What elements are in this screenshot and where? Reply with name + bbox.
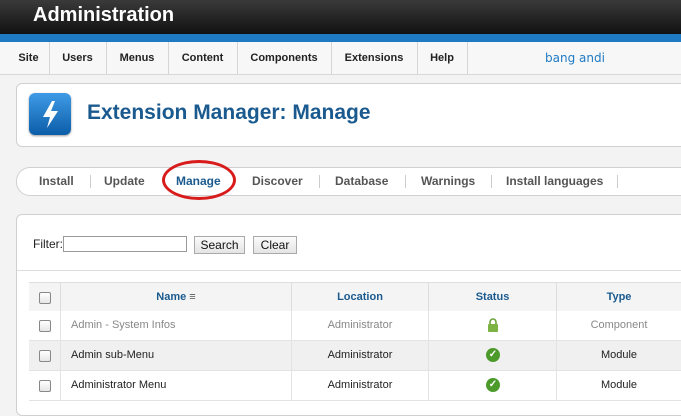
menu-users[interactable]: Users xyxy=(49,42,107,74)
user-name[interactable]: bang andi xyxy=(545,51,605,65)
page-header: Extension Manager: Manage xyxy=(16,83,681,147)
column-status[interactable]: Status xyxy=(429,283,557,311)
status-cell: ✓ xyxy=(429,341,557,370)
menu-extensions[interactable]: Extensions xyxy=(331,42,418,74)
table-header: Name ≡ Location Status Type xyxy=(29,282,681,312)
main-menu: Site Users Menus Content Components Exte… xyxy=(0,42,681,75)
submenu-tabs: Install Update Manage Discover Database … xyxy=(16,167,681,196)
column-location[interactable]: Location xyxy=(292,283,429,311)
check-icon[interactable]: ✓ xyxy=(486,378,500,392)
extension-type: Module xyxy=(600,379,638,391)
table-row: Admin sub-Menu Administrator ✓ Module xyxy=(29,341,681,371)
sort-icon: ≡ xyxy=(189,291,196,303)
row-select-cell xyxy=(29,341,61,370)
divider xyxy=(491,175,492,188)
status-cell: ✓ xyxy=(429,371,557,400)
tab-discover[interactable]: Discover xyxy=(252,168,303,195)
column-type[interactable]: Type xyxy=(557,283,681,311)
row-checkbox[interactable] xyxy=(39,320,51,332)
menu-menus[interactable]: Menus xyxy=(106,42,169,74)
divider xyxy=(405,175,406,188)
tab-update[interactable]: Update xyxy=(104,168,145,195)
highlight-circle xyxy=(162,160,236,200)
status-cell xyxy=(429,311,557,340)
menu-help[interactable]: Help xyxy=(417,42,468,74)
extension-name: Admin - System Infos xyxy=(61,311,292,340)
extension-location: Administrator xyxy=(292,341,429,370)
column-name[interactable]: Name ≡ xyxy=(61,283,292,311)
tab-warnings[interactable]: Warnings xyxy=(421,168,475,195)
tab-install-languages[interactable]: Install languages xyxy=(506,168,603,195)
divider xyxy=(617,175,618,188)
filter-input[interactable] xyxy=(63,236,187,252)
tab-database[interactable]: Database xyxy=(335,168,388,195)
menu-site[interactable]: Site xyxy=(8,42,50,74)
menu-components[interactable]: Components xyxy=(237,42,332,74)
row-select-cell xyxy=(29,311,61,340)
extension-name: Administrator Menu xyxy=(61,371,292,400)
extension-type: Module xyxy=(600,349,638,361)
app-title: Administration xyxy=(33,4,175,26)
menu-content[interactable]: Content xyxy=(168,42,238,74)
extension-location: Administrator xyxy=(292,311,429,340)
search-button[interactable]: Search xyxy=(194,236,245,254)
page-title: Extension Manager: Manage xyxy=(87,101,371,124)
column-name-label: Name xyxy=(156,291,187,303)
row-select-cell xyxy=(29,371,61,400)
tab-install[interactable]: Install xyxy=(39,168,74,195)
extension-type: Component xyxy=(590,319,648,331)
extension-name: Admin sub-Menu xyxy=(61,341,292,370)
filter-label: Filter: xyxy=(33,237,63,251)
lock-icon xyxy=(488,318,498,332)
select-all-cell xyxy=(29,283,61,311)
clear-button[interactable]: Clear xyxy=(253,236,297,254)
admin-topbar: Administration xyxy=(0,0,681,34)
row-checkbox[interactable] xyxy=(39,350,51,362)
select-all-checkbox[interactable] xyxy=(39,292,51,304)
extension-location: Administrator xyxy=(292,371,429,400)
accent-bar xyxy=(0,34,681,42)
divider xyxy=(90,175,91,188)
divider xyxy=(319,175,320,188)
check-icon[interactable]: ✓ xyxy=(486,348,500,362)
lightning-icon xyxy=(29,93,71,135)
row-checkbox[interactable] xyxy=(39,380,51,392)
table-row: Admin - System Infos Administrator Compo… xyxy=(29,311,681,341)
table-row: Administrator Menu Administrator ✓ Modul… xyxy=(29,371,681,401)
divider xyxy=(17,270,681,271)
